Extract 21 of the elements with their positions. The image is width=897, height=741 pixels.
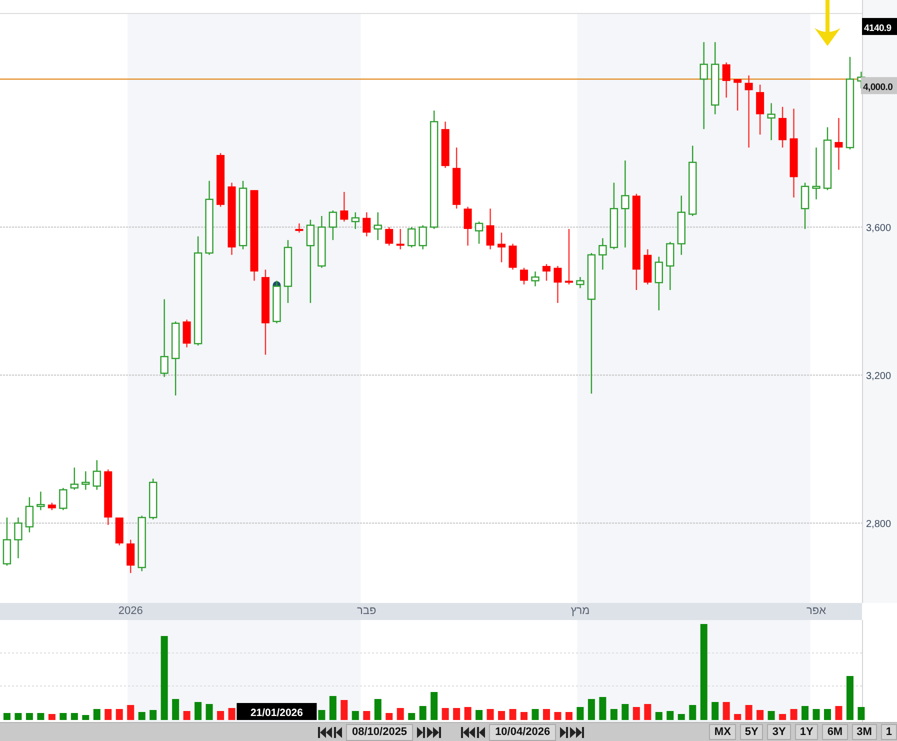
range-button[interactable]: 3Y: [767, 724, 791, 740]
range-button[interactable]: 1: [880, 724, 897, 740]
axis-label: אפר: [806, 605, 826, 617]
start-date-field[interactable]: 08/10/2025: [346, 724, 414, 740]
price-tag: 4140.9: [862, 18, 897, 35]
axis-label: מרץ: [570, 605, 590, 617]
range-button[interactable]: 6M: [822, 724, 848, 740]
range-button[interactable]: 3M: [852, 724, 877, 740]
end-date-field[interactable]: 10/04/2026: [489, 724, 556, 740]
price-tag: 4,000.0: [861, 77, 897, 94]
axis-label: 3,600: [866, 223, 892, 234]
axis-label: 2,800: [866, 519, 892, 530]
date-tag: 21/01/2026: [236, 703, 317, 720]
range-button[interactable]: 1Y: [794, 724, 818, 740]
axis-label: 2026: [118, 605, 143, 617]
ref-line-label: 4,000.0: [863, 82, 893, 94]
range-button[interactable]: MX: [709, 724, 736, 740]
axis-label: פבר: [357, 605, 376, 617]
axis-label: 3,200: [866, 371, 892, 382]
annotation: 4140.9: [864, 22, 892, 34]
range-button[interactable]: 5Y: [740, 724, 764, 740]
